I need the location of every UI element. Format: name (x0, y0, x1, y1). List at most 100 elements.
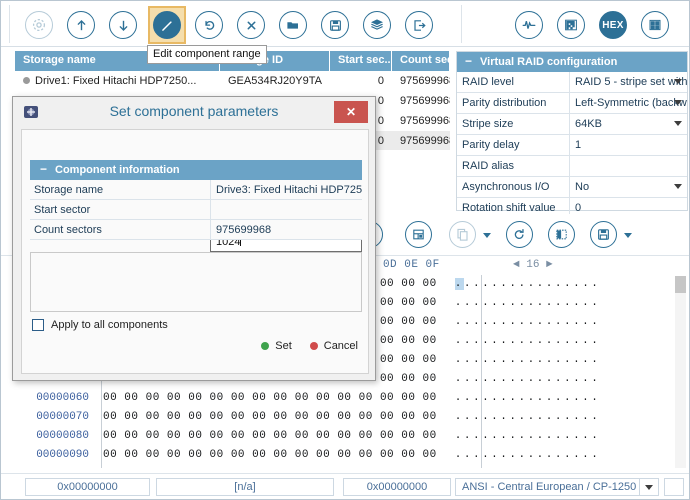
raid-value[interactable] (570, 156, 687, 176)
hex-scrollbar[interactable] (675, 276, 686, 468)
dialog-buttons: Set Cancel (243, 340, 358, 352)
raid-row-raid-alias[interactable]: RAID alias (457, 156, 687, 177)
edit-component-range-icon[interactable] (153, 11, 181, 39)
raid-value[interactable]: 1 (570, 135, 687, 155)
hex-scrollbar-thumb[interactable] (675, 276, 686, 293)
hex-save-dropdown-icon[interactable] (624, 233, 632, 238)
hex-panel-view-icon[interactable] (548, 221, 575, 248)
hex-bytes: 00 00 00 00 00 00 00 00 00 00 00 00 00 0… (103, 449, 437, 461)
hex-copy-dropdown-icon[interactable] (483, 233, 491, 238)
chevron-down-icon[interactable] (639, 479, 658, 495)
hex-goto-offset-icon[interactable] (405, 221, 432, 248)
hex-bytes: 00 00 00 00 00 00 00 00 00 00 00 00 00 0… (103, 430, 437, 442)
component-information-header[interactable]: − Component information (30, 160, 362, 180)
hex-row[interactable]: 00000070 00 00 00 00 00 00 00 00 00 00 00… (1, 408, 689, 427)
raid-value[interactable]: 64KB (570, 114, 687, 134)
chevron-down-icon[interactable] (674, 121, 682, 126)
export-icon[interactable] (405, 11, 433, 39)
partitions-icon[interactable] (641, 11, 669, 39)
dialog-value: 975699968 (210, 219, 362, 240)
toolbar-divider-right (461, 5, 462, 43)
column-header-count-sectors[interactable]: Count sec... (392, 51, 450, 71)
dialog-value: Drive3: Fixed Hitachi HDP725050GL (210, 179, 362, 200)
hex-bytes-per-row[interactable]: ◄ 16 ► (513, 259, 553, 271)
hex-copy-icon[interactable] (449, 221, 476, 248)
hex-row[interactable]: 00000090 00 00 00 00 00 00 00 00 00 00 00… (1, 446, 689, 465)
hex-view-icon[interactable]: HEX (599, 11, 627, 39)
hex-ascii: ................ (454, 354, 601, 366)
next-arrow-icon[interactable]: ► (546, 259, 553, 271)
hex-ascii: ................ (454, 392, 601, 404)
hex-ascii: ................ (454, 411, 601, 423)
status-offset-left[interactable]: 0x00000000 (25, 478, 150, 496)
table-row[interactable]: Drive1: Fixed Hitachi HDP7250... GEA534R… (15, 71, 450, 91)
raid-value[interactable]: RAID 5 - stripe set with parity (570, 72, 687, 92)
prev-arrow-icon[interactable]: ◄ (513, 259, 520, 271)
raid-row-stripe-size[interactable]: Stripe size 64KB (457, 114, 687, 135)
close-icon[interactable]: ✕ (334, 101, 368, 123)
layers-icon[interactable] (363, 11, 391, 39)
hex-divider-ascii (481, 275, 482, 468)
dialog-row-start-sector: Start sector (30, 199, 362, 220)
hex-ascii: ................ (454, 335, 601, 347)
cancel-button[interactable]: Cancel (309, 340, 358, 352)
raid-value[interactable]: Left-Symmetric (backward dynamic) (570, 93, 687, 113)
save-floppy-icon[interactable] (321, 11, 349, 39)
undo-icon[interactable] (195, 11, 223, 39)
dialog-key: Storage name (34, 183, 104, 196)
status-bar: 0x00000000 [n/a] 0x00000000 ANSI - Centr… (1, 473, 689, 499)
apply-to-all-components-checkbox[interactable]: Apply to all components (32, 319, 168, 331)
chevron-down-icon[interactable] (674, 100, 682, 105)
status-encoding-select[interactable]: ANSI - Central European / CP-1250 (455, 478, 659, 496)
hex-row[interactable]: 00000060 00 00 00 00 00 00 00 00 00 00 00… (1, 389, 689, 408)
dialog-key: Start sector (34, 203, 91, 216)
status-value-center[interactable]: [n/a] (156, 478, 334, 496)
raid-key: Asynchronous I/O (457, 177, 570, 197)
open-folder-icon[interactable] (279, 11, 307, 39)
raid-panel-header[interactable]: − Virtual RAID configuration (457, 52, 687, 72)
hex-bytes: 00 00 00 00 00 00 00 00 00 00 00 00 00 0… (103, 392, 437, 404)
row-start-sector: 0 (377, 74, 384, 87)
remove-component-icon[interactable] (237, 11, 265, 39)
chevron-down-icon[interactable] (674, 79, 682, 84)
hex-ascii-selected-cell: . (454, 278, 464, 290)
hex-row[interactable]: 00000080 00 00 00 00 00 00 00 00 00 00 00… (1, 427, 689, 446)
set-button-label: Set (275, 340, 292, 352)
component-information-title: Component information (55, 164, 180, 176)
toolbar-divider-left (9, 5, 10, 43)
chevron-down-icon[interactable] (674, 184, 682, 189)
checkbox-icon[interactable] (32, 319, 44, 331)
disk-map-icon[interactable] (557, 11, 585, 39)
raid-key: Parity distribution (457, 93, 570, 113)
status-encoding-label: ANSI - Central European / CP-1250 (462, 481, 637, 493)
row-count-sectors: 975699968 (400, 94, 450, 107)
row-count-sectors: 975699968 (400, 114, 450, 127)
apply-to-all-components-label: Apply to all components (51, 319, 168, 331)
cancel-button-label: Cancel (323, 340, 358, 352)
hex-refresh-icon[interactable] (506, 221, 533, 248)
rebuild-raid-icon[interactable] (25, 11, 53, 39)
collapse-icon[interactable]: − (38, 163, 49, 176)
raid-row-parity-delay[interactable]: Parity delay 1 (457, 135, 687, 156)
move-down-icon[interactable] (109, 11, 137, 39)
hex-button-label: HEX (602, 19, 624, 31)
hex-ascii: ................ (454, 278, 601, 290)
move-up-icon[interactable] (67, 11, 95, 39)
set-button[interactable]: Set (261, 340, 292, 352)
raid-row-raid-level[interactable]: RAID level RAID 5 - stripe set with pari… (457, 72, 687, 93)
column-header-start-sector[interactable]: Start sec... (330, 51, 392, 71)
raid-value-text: RAID 5 - stripe set with parity (575, 76, 687, 88)
raid-row-asynchronous-io[interactable]: Asynchronous I/O No (457, 177, 687, 198)
hex-row[interactable]: 000000A0 00 00 00 00 00 00 00 00 00 00 00… (1, 465, 689, 468)
row-storage-name: Drive1: Fixed Hitachi HDP7250... (15, 75, 220, 87)
hex-address: 000000A0 (1, 465, 89, 468)
status-offset-right[interactable]: 0x00000000 (343, 478, 451, 496)
raid-value[interactable]: No (570, 177, 687, 197)
description-box (30, 252, 362, 312)
dialog-titlebar[interactable]: Set component parameters ✕ (13, 97, 375, 127)
status-extra-field[interactable] (664, 478, 684, 496)
pulse-icon[interactable] (515, 11, 543, 39)
collapse-icon[interactable]: − (463, 55, 474, 68)
raid-row-parity-distribution[interactable]: Parity distribution Left-Symmetric (back… (457, 93, 687, 114)
hex-save-icon[interactable] (590, 221, 617, 248)
